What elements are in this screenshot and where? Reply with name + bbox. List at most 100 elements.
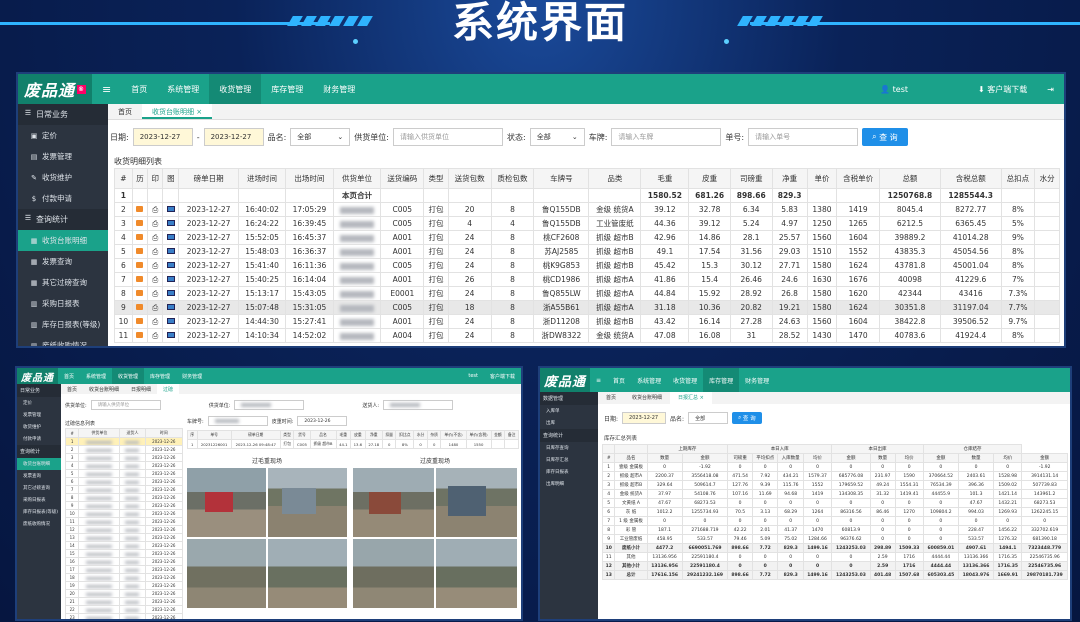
weigh-time-input[interactable]: 2023-12-26 — [297, 416, 348, 426]
table-row[interactable]: 11 其他 13136.956 22591180.4 0 0 0 0 0 2.59 1716 4444… — [602, 552, 1068, 562]
sidebar-item[interactable]: 废纸收购情况 — [17, 518, 61, 530]
sidebar-item[interactable]: 发票管理 — [17, 409, 61, 421]
sidebar-item[interactable]: 发票查询 — [17, 470, 61, 482]
sidebar-item-ledger[interactable]: ▦ 收货台账明细 — [18, 230, 108, 251]
list-item[interactable]: 3 2023-12-26 — [65, 453, 183, 462]
table-row[interactable]: 9 工业管废纸 458.95 533.57 79.46 5.09 75.02 1284.66 9… — [602, 534, 1068, 544]
sidebar-item[interactable]: 库存日报表(等级) — [17, 506, 61, 518]
supplier-input[interactable]: 请输入供货单位 — [393, 128, 503, 146]
product-select[interactable]: 全部 — [688, 412, 729, 424]
tab[interactable]: 过磅 — [157, 384, 180, 394]
sidebar-group-daily[interactable]: ☰ 日常业务 — [18, 104, 108, 125]
list-item[interactable]: 18 2023-12-26 — [65, 573, 183, 582]
table-row[interactable]: 9 ⎙ 2023-12-27 15:07:48 15:31:05 C005 打包 18 8 浙A5… — [114, 300, 1060, 315]
image-icon[interactable] — [162, 328, 180, 343]
nav-receiving[interactable]: 收货管理 — [667, 368, 703, 392]
history-icon[interactable] — [131, 230, 149, 245]
history-icon[interactable] — [131, 216, 149, 231]
sidebar-group[interactable]: 数据管理 — [540, 392, 598, 405]
list-item[interactable]: 4 2023-12-26 — [65, 461, 183, 470]
tab[interactable]: 日报明细 — [125, 384, 157, 394]
query-button[interactable]: ⌕ 查 询 — [862, 128, 908, 146]
user-menu[interactable]: 👤 test — [870, 74, 918, 104]
sidebar-item[interactable]: 入库单 — [540, 405, 598, 417]
sidebar-item[interactable]: 收货台账明细 — [17, 458, 61, 470]
print-icon[interactable]: ⎙ — [147, 272, 164, 287]
nav-inventory[interactable]: 库存管理 — [261, 74, 313, 104]
user-menu[interactable]: test — [462, 368, 484, 384]
table-row[interactable]: 12 其他小计 13136.956 22591180.4 0 0 0 0 0 2.59 1716 44… — [602, 561, 1068, 571]
product-select[interactable]: 全部 ⌄ — [290, 128, 351, 146]
table-row[interactable]: 1 壹级 金属板 0 -1.92 0 0 0 0 0 0 0 0 0 0 -1.92 — [602, 462, 1068, 472]
table-row[interactable]: 1 20231226001 2023-12-26 09:48:47 打包 C005 抓级 … — [187, 439, 519, 449]
sidebar-group[interactable]: 查询统计 — [540, 429, 598, 442]
nav-inventory[interactable]: 库存管理 — [703, 368, 740, 392]
list-item[interactable]: 20 2023-12-26 — [65, 589, 183, 598]
list-item[interactable]: 5 2023-12-26 — [65, 469, 183, 478]
history-icon[interactable] — [131, 286, 149, 301]
table-row[interactable]: 2 ⎙ 2023-12-27 16:40:02 17:05:29 C005 打包 20 8 鲁Q1… — [114, 202, 1060, 217]
print-icon[interactable]: ⎙ — [147, 202, 164, 217]
image-icon[interactable] — [162, 258, 180, 273]
tab[interactable]: 首页 — [598, 392, 624, 404]
list-item[interactable]: 12 2023-12-26 — [65, 525, 183, 534]
sidebar-item[interactable]: 日库存汇总 — [540, 454, 598, 466]
list-item[interactable]: 11 2023-12-26 — [65, 517, 183, 526]
list-item[interactable]: 21 2023-12-26 — [65, 597, 183, 606]
list-item[interactable]: 16 2023-12-26 — [65, 557, 183, 566]
menu-toggle-icon[interactable]: ≡ — [92, 74, 121, 104]
nav-home[interactable]: 首页 — [58, 368, 80, 384]
history-icon[interactable] — [131, 244, 149, 259]
table-row[interactable]: 11 ⎙ 2023-12-27 14:10:34 14:52:02 A004 打包 24 8 浙D… — [114, 328, 1060, 343]
menu-toggle-icon[interactable]: ≡ — [590, 368, 607, 392]
sidebar-item-receiving[interactable]: ✎ 收货维护 — [18, 167, 108, 188]
table-row[interactable]: 5 ⎙ 2023-12-27 15:48:03 16:36:37 A001 打包 24 8 苏AJ… — [114, 244, 1060, 259]
date-to-input[interactable]: 2023-12-27 — [203, 128, 264, 146]
sidebar-group-query[interactable]: ☰ 查询统计 — [18, 209, 108, 230]
sidebar-item-paper-purchase[interactable]: ▥ 废纸收购情况 — [18, 335, 108, 346]
table-row[interactable]: 13 总计 17616.156 29241232.169 898.66 7.72 829.3… — [602, 570, 1068, 580]
table-row[interactable]: 10 ⎙ 2023-12-27 14:44:30 15:27:41 A001 打包 24 8 浙D… — [114, 314, 1060, 329]
print-icon[interactable]: ⎙ — [147, 258, 164, 273]
nav-system[interactable]: 系统管理 — [80, 368, 112, 384]
image-icon[interactable] — [162, 244, 180, 259]
print-icon[interactable]: ⎙ — [147, 244, 164, 259]
sidebar-item-purchase-daily[interactable]: ▥ 采购日报表 — [18, 293, 108, 314]
nav-home[interactable]: 首页 — [607, 368, 631, 392]
sidebar-item[interactable]: 日库存查询 — [540, 442, 598, 454]
tab[interactable]: 收货台账明细 — [83, 384, 125, 394]
table-row[interactable]: 3 抓级 超市B 329.64 509614.7 127.76 9.39 115.76 155… — [602, 480, 1068, 490]
image-icon[interactable] — [162, 300, 180, 315]
order-input[interactable]: 请输入单号 — [748, 128, 859, 146]
image-icon[interactable] — [162, 286, 180, 301]
sidebar-item-invoice-query[interactable]: ▦ 发票查询 — [18, 251, 108, 272]
nav-finance[interactable]: 财务管理 — [313, 74, 365, 104]
sidebar-item[interactable]: 出库 — [540, 417, 598, 429]
download-client-button[interactable]: ⬇ 客户端下载 — [968, 74, 1037, 104]
image-icon[interactable] — [162, 272, 180, 287]
image-icon[interactable] — [162, 230, 180, 245]
nav-finance[interactable]: 财务管理 — [176, 368, 208, 384]
tab[interactable]: 日报汇总 × — [670, 392, 712, 404]
table-row[interactable]: 5 文黄纸 A 47.67 68273.53 0 0 0 0 0 0 0 0 47.67 1432.21 6… — [602, 498, 1068, 508]
nav-finance[interactable]: 财务管理 — [739, 368, 775, 392]
sidebar-group[interactable]: 查询统计 — [17, 445, 61, 458]
supplier-input[interactable]: 请输入供货单位 — [90, 400, 161, 410]
table-row[interactable]: 6灰 纸 1012.2 1255734.93 70.5 3.13 68.29 1264 863… — [602, 507, 1068, 517]
sidebar-group[interactable]: 日常业务 — [17, 384, 61, 397]
history-icon[interactable] — [131, 272, 149, 287]
table-row[interactable]: 2 抓级 超市A 2200.37 3556418.08 471.54 7.92 434.21… — [602, 471, 1068, 481]
table-row[interactable]: 6 ⎙ 2023-12-27 15:41:40 16:11:36 C005 打包 24 8 桃K9… — [114, 258, 1060, 273]
tab[interactable]: 收货台账明细 — [624, 392, 670, 404]
tab[interactable]: 首页 — [61, 384, 83, 394]
list-item[interactable]: 15 2023-12-26 — [65, 549, 183, 558]
table-row[interactable]: 7 ⎙ 2023-12-27 15:40:25 16:14:04 A001 打包 26 8 桃CD… — [114, 272, 1060, 287]
sidebar-item-other-weigh[interactable]: ▦ 其它过磅查询 — [18, 272, 108, 293]
status-select[interactable]: 全部 ⌄ — [529, 128, 585, 146]
download-client-button[interactable]: 客户端下载 — [484, 368, 521, 384]
supplier2-input[interactable] — [234, 400, 305, 410]
image-icon[interactable] — [162, 216, 180, 231]
table-row[interactable]: 4 ⎙ 2023-12-27 15:52:05 16:45:37 A001 打包 24 8 桃CF… — [114, 230, 1060, 245]
print-icon[interactable]: ⎙ — [147, 314, 164, 329]
list-item[interactable]: 17 2023-12-26 — [65, 565, 183, 574]
